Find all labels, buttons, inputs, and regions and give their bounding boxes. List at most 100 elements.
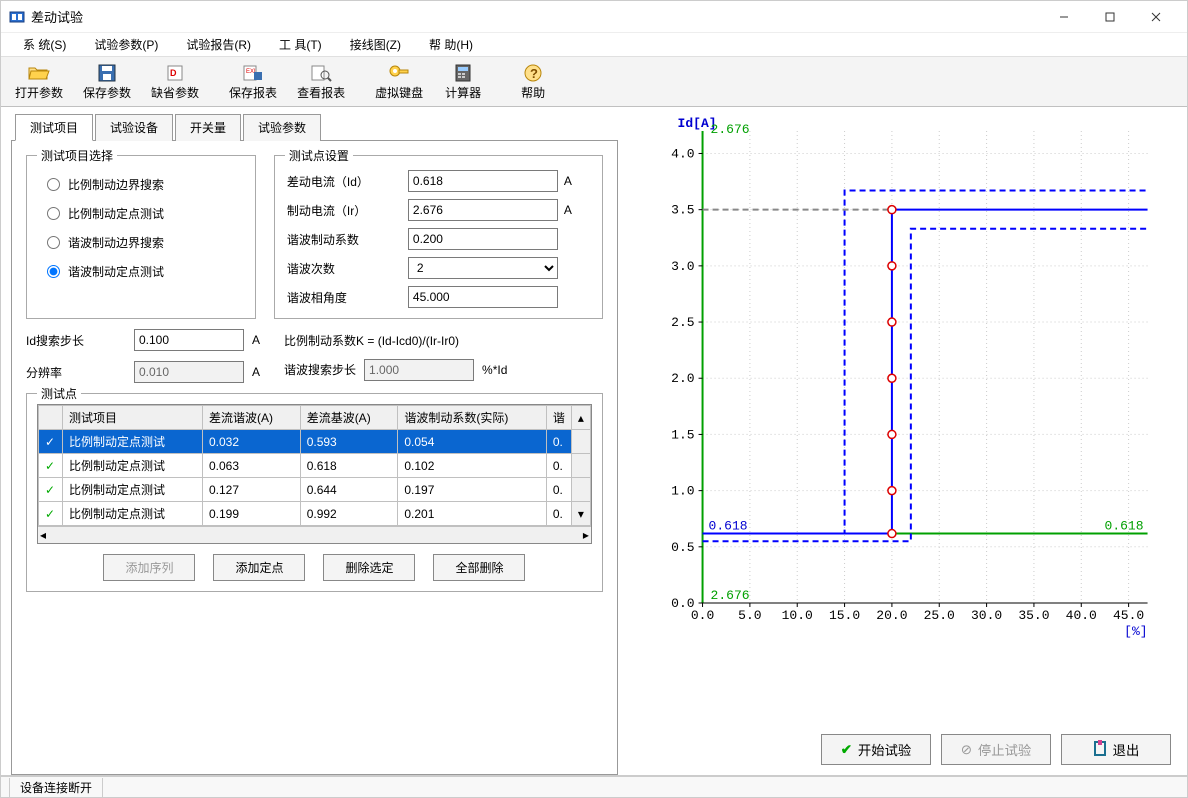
menu-wiring[interactable]: 接线图(Z) [338, 34, 413, 55]
ir-unit: A [564, 203, 590, 217]
svg-text:30.0: 30.0 [971, 608, 1002, 623]
menu-report[interactable]: 试验报告(R) [174, 34, 263, 55]
row-harm: 0.199 [203, 502, 301, 526]
menu-system[interactable]: 系 统(S) [11, 34, 78, 55]
radio-harm-point[interactable]: 谐波制动定点测试 [47, 263, 243, 280]
harm-order-select[interactable]: 2 [408, 257, 558, 279]
svg-text:3.0: 3.0 [671, 259, 694, 274]
harm-coef-label: 谐波制动系数 [287, 231, 402, 248]
btn-del-selected[interactable]: 删除选定 [323, 554, 415, 581]
svg-text:15.0: 15.0 [829, 608, 860, 623]
toolbar-open-label: 打开参数 [15, 84, 63, 101]
tab-test-params[interactable]: 试验参数 [243, 114, 321, 141]
ir-label: 制动电流（Ir） [287, 202, 402, 219]
row-icon: ✓ [39, 502, 63, 526]
row-harm: 0.032 [203, 430, 301, 454]
table-row[interactable]: ✓比例制动定点测试0.1270.6440.1970. [39, 478, 591, 502]
row-icon: ✓ [39, 478, 63, 502]
svg-text:0.618: 0.618 [1104, 519, 1143, 534]
maximize-button[interactable] [1087, 2, 1133, 32]
svg-text:35.0: 35.0 [1018, 608, 1049, 623]
table-row[interactable]: ✓比例制动定点测试0.0320.5930.0540. [39, 430, 591, 454]
id-step-label: Id搜索步长 [26, 332, 126, 349]
toolbar-view-report[interactable]: 查看报表 [287, 61, 355, 103]
table-row[interactable]: ✓比例制动定点测试0.1990.9920.2010.▾ [39, 502, 591, 526]
row-harm: 0.063 [203, 454, 301, 478]
tab-switches[interactable]: 开关量 [175, 114, 241, 141]
window-title: 差动试验 [31, 7, 1041, 26]
id-input[interactable] [408, 170, 558, 192]
scrollbar-left-icon[interactable]: ◂ [40, 528, 46, 542]
radio-harm-boundary[interactable]: 谐波制动边界搜索 [47, 234, 243, 251]
harm-coef-input[interactable] [408, 228, 558, 250]
toolbar-help[interactable]: ? 帮助 [503, 61, 563, 103]
exit-icon [1093, 740, 1107, 759]
tab-equipment[interactable]: 试验设备 [95, 114, 173, 141]
table-header-icon[interactable] [39, 406, 63, 430]
toolbar-open[interactable]: 打开参数 [5, 61, 73, 103]
svg-text:[%]: [%] [1124, 624, 1147, 639]
btn-del-all[interactable]: 全部删除 [433, 554, 525, 581]
svg-text:2.676: 2.676 [710, 122, 749, 137]
close-button[interactable] [1133, 2, 1179, 32]
key-icon [387, 63, 411, 83]
svg-text:3.5: 3.5 [671, 203, 694, 218]
scrollbar-up-icon[interactable]: ▴ [571, 406, 590, 430]
view-report-icon [309, 63, 333, 83]
table-header-fund[interactable]: 差流基波(A) [300, 406, 398, 430]
minimize-button[interactable] [1041, 2, 1087, 32]
group-point-settings-legend: 测试点设置 [285, 147, 353, 164]
save-report-icon: EXL [241, 63, 265, 83]
row-coef: 0.102 [398, 454, 546, 478]
radio-ratio-point[interactable]: 比例制动定点测试 [47, 205, 243, 222]
table-header-item[interactable]: 测试项目 [63, 406, 203, 430]
svg-text:2.0: 2.0 [671, 371, 694, 386]
scrollbar-down-icon[interactable]: ▾ [571, 502, 590, 526]
id-step-unit: A [252, 333, 260, 347]
row-item: 比例制动定点测试 [63, 502, 203, 526]
toolbar-default[interactable]: D 缺省参数 [141, 61, 209, 103]
toolbar-keyboard-label: 虚拟键盘 [375, 84, 423, 101]
btn-start[interactable]: ✔ 开始试验 [821, 734, 931, 765]
btn-add-sequence: 添加序列 [103, 554, 195, 581]
ratio-formula: 比例制动系数K = (Id-Icd0)/(Ir-Ir0) [284, 332, 507, 349]
ir-input[interactable] [408, 199, 558, 221]
group-point-settings: 测试点设置 差动电流（Id） A 制动电流（Ir） A 谐波制动系数 谐波次数 [274, 155, 603, 319]
menu-params[interactable]: 试验参数(P) [82, 34, 170, 55]
btn-exit[interactable]: 退出 [1061, 734, 1171, 765]
toolbar-calculator[interactable]: 计算器 [433, 61, 493, 103]
row-icon: ✓ [39, 430, 63, 454]
toolbar-save[interactable]: 保存参数 [73, 61, 141, 103]
harm-order-label: 谐波次数 [287, 260, 402, 277]
toolbar-default-label: 缺省参数 [151, 84, 199, 101]
harm-step-unit: %*Id [482, 363, 507, 377]
help-icon: ? [521, 63, 545, 83]
toolbar-keyboard[interactable]: 虚拟键盘 [365, 61, 433, 103]
id-label: 差动电流（Id） [287, 173, 402, 190]
radio-ratio-boundary[interactable]: 比例制动边界搜索 [47, 176, 243, 193]
svg-text:0.0: 0.0 [691, 608, 714, 623]
tab-test-items[interactable]: 测试项目 [15, 114, 93, 141]
menu-tools[interactable]: 工 具(T) [267, 34, 334, 55]
row-coef: 0.054 [398, 430, 546, 454]
id-step-input[interactable] [134, 329, 244, 351]
svg-text:0.618: 0.618 [708, 519, 747, 534]
resolution-label: 分辨率 [26, 364, 126, 381]
table-header-harm[interactable]: 差流谐波(A) [203, 406, 301, 430]
harm-angle-input[interactable] [408, 286, 558, 308]
statusbar: 设备连接断开 [1, 775, 1187, 797]
harm-angle-label: 谐波相角度 [287, 289, 402, 306]
svg-text:20.0: 20.0 [876, 608, 907, 623]
toolbar-save-label: 保存参数 [83, 84, 131, 101]
table-row[interactable]: ✓比例制动定点测试0.0630.6180.1020. [39, 454, 591, 478]
row-harm: 0.127 [203, 478, 301, 502]
scrollbar-right-icon[interactable]: ▸ [583, 528, 589, 542]
stop-icon: ⊘ [961, 742, 972, 758]
btn-stop: ⊘ 停止试验 [941, 734, 1051, 765]
table-header-extra[interactable]: 谐 [546, 406, 571, 430]
btn-add-point[interactable]: 添加定点 [213, 554, 305, 581]
row-coef: 0.201 [398, 502, 546, 526]
toolbar-save-report[interactable]: EXL 保存报表 [219, 61, 287, 103]
menu-help[interactable]: 帮 助(H) [417, 34, 485, 55]
table-header-coef[interactable]: 谐波制动系数(实际) [398, 406, 546, 430]
